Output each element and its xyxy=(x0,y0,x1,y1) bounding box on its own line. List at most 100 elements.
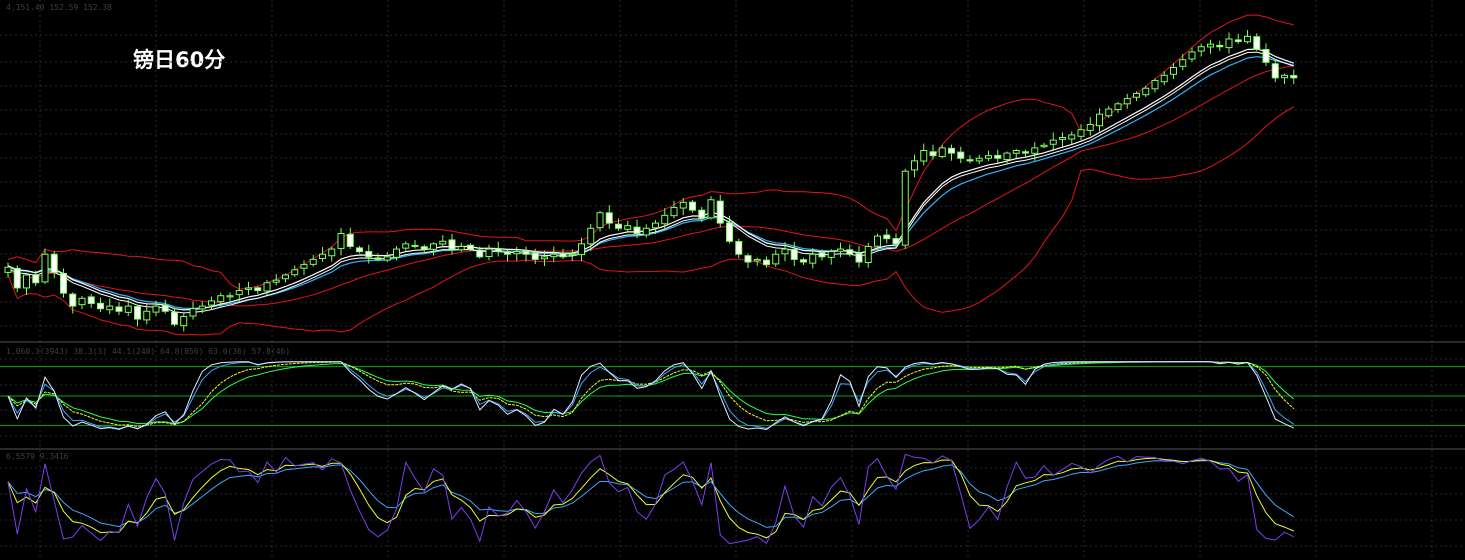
candle-body xyxy=(1244,35,1251,43)
candle-body xyxy=(883,234,891,240)
candle-body xyxy=(587,227,595,245)
osc-yellow-line xyxy=(7,361,1295,427)
candle-body xyxy=(1003,152,1011,161)
candle-body xyxy=(531,252,539,260)
candle-body xyxy=(1290,75,1298,79)
candle-body xyxy=(911,160,918,171)
candle-body xyxy=(393,248,400,258)
candle-body xyxy=(1262,48,1270,63)
candle-body xyxy=(1253,36,1261,50)
candle-body xyxy=(365,251,373,258)
oscillator-panel-readout: 1,060.3(3943) 38.3(3) 44.1(248) 64.8(856… xyxy=(6,347,290,356)
candle-body xyxy=(1114,103,1122,111)
candle-body xyxy=(13,267,21,289)
candle-body xyxy=(97,302,104,310)
candle-body xyxy=(319,253,326,260)
candle-body xyxy=(679,201,687,209)
candle-body xyxy=(1197,46,1205,52)
candle-body xyxy=(698,209,706,219)
candle-body xyxy=(966,159,974,162)
candle-body xyxy=(420,246,428,250)
candle-body xyxy=(846,249,854,255)
candle-body xyxy=(245,287,252,290)
osc-blue-line xyxy=(7,361,1295,430)
candle-body xyxy=(1049,139,1057,145)
candle-body xyxy=(23,274,30,289)
candle-body xyxy=(1077,129,1085,137)
candle-body xyxy=(309,258,317,265)
candle-body xyxy=(430,243,437,250)
candle-body xyxy=(124,305,132,313)
candle-body xyxy=(208,300,215,306)
candle-body xyxy=(189,308,197,317)
candle-body xyxy=(346,233,354,247)
candle-body xyxy=(948,147,955,154)
candle-body xyxy=(892,238,900,245)
candle-body xyxy=(69,293,77,307)
candle-body xyxy=(541,256,548,260)
candle-body xyxy=(1031,147,1039,154)
candle-body xyxy=(809,253,817,264)
candlesticks xyxy=(4,30,1298,332)
candle-body xyxy=(633,226,641,234)
candle-body xyxy=(901,170,909,246)
candle-body xyxy=(605,212,613,224)
candle-body xyxy=(781,248,789,255)
candle-body xyxy=(578,243,585,256)
candle-body xyxy=(235,290,243,296)
candle-body xyxy=(356,247,363,253)
candle-body xyxy=(282,274,289,280)
candle-body xyxy=(596,212,604,229)
candle-body xyxy=(661,214,669,225)
candle-body xyxy=(217,295,225,303)
candle-body xyxy=(726,222,733,242)
candle-body xyxy=(87,296,95,305)
candle-body xyxy=(1179,59,1187,67)
candle-body xyxy=(1207,43,1214,48)
candle-body xyxy=(864,245,872,264)
candle-body xyxy=(1142,87,1150,96)
candle-body xyxy=(559,252,567,258)
candle-body xyxy=(254,287,262,292)
candle-body xyxy=(707,199,715,219)
candle-body xyxy=(652,222,659,229)
candle-body xyxy=(1151,79,1159,90)
candle-body xyxy=(41,253,49,283)
candle-body xyxy=(337,232,345,249)
oscillator-panel xyxy=(0,361,1465,431)
candle-body xyxy=(1012,149,1020,154)
candle-body xyxy=(115,306,123,312)
candle-body xyxy=(1170,66,1177,75)
candle-body xyxy=(1022,151,1029,154)
candle-body xyxy=(1160,74,1168,83)
candle-body xyxy=(1086,124,1094,131)
candle-body xyxy=(383,256,391,261)
candle-body xyxy=(1133,92,1140,98)
candle-body xyxy=(550,253,558,258)
candle-body xyxy=(374,257,382,260)
candle-body xyxy=(818,252,826,258)
candle-body xyxy=(143,310,151,321)
main-panel-readout: 4,151.40 152.59 152.38 xyxy=(6,3,112,12)
candle-body xyxy=(642,227,650,236)
candle-body xyxy=(106,305,114,311)
candle-body xyxy=(180,315,188,327)
candle-body xyxy=(78,297,86,306)
candle-body xyxy=(1216,44,1224,48)
candle-body xyxy=(513,251,521,255)
candle-body xyxy=(735,241,743,255)
candle-body xyxy=(837,248,844,252)
candle-body xyxy=(827,251,835,258)
candle-body xyxy=(1123,98,1131,105)
candle-body xyxy=(790,248,798,260)
candle-body xyxy=(198,305,206,310)
stochastic-panel-readout: 6.5579 9.3416 xyxy=(6,452,69,461)
candle-body xyxy=(32,274,40,284)
candle-body xyxy=(522,250,530,255)
candle-body xyxy=(855,253,863,263)
candle-body xyxy=(152,305,160,313)
candle-body xyxy=(402,243,410,249)
candle-body xyxy=(957,151,965,159)
candle-body xyxy=(4,266,12,273)
candle-body xyxy=(1281,74,1288,79)
